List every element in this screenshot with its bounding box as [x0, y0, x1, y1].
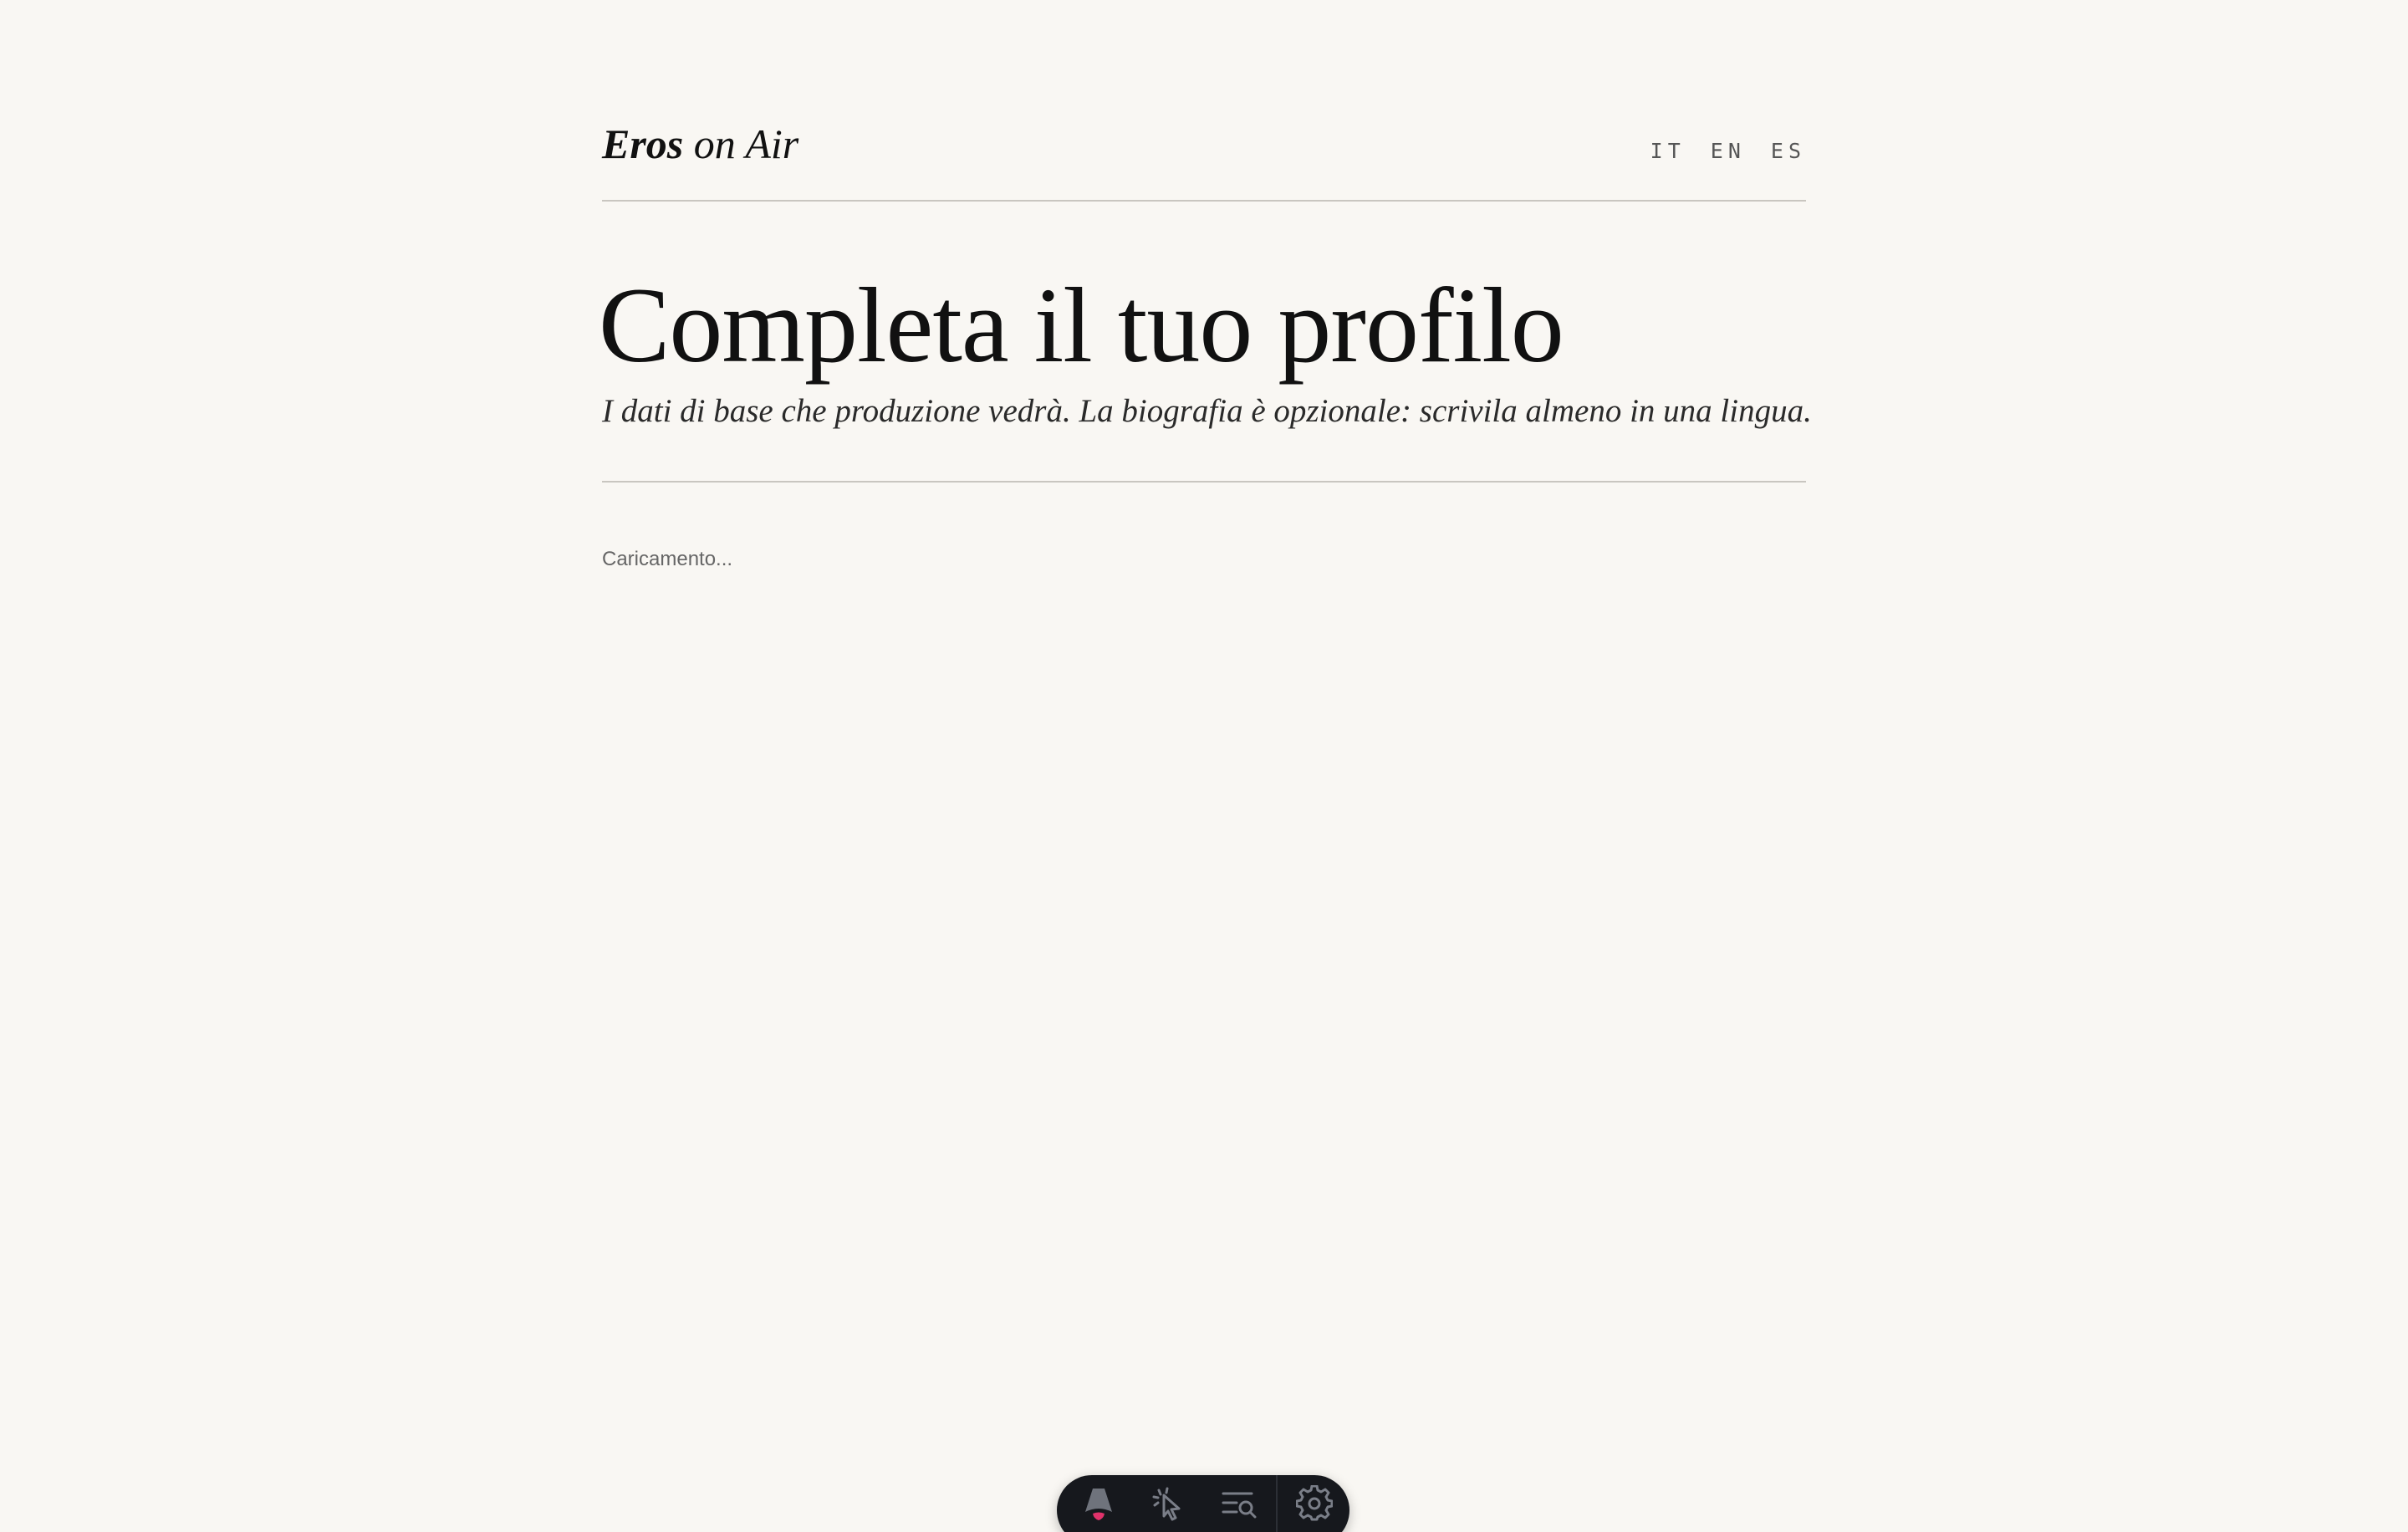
lang-es[interactable]: ES	[1771, 139, 1806, 164]
brand-logo[interactable]: Eros on Air	[602, 119, 798, 169]
lang-it[interactable]: IT	[1650, 139, 1686, 164]
page-subtitle: I dati di base che produzione vedrà. La …	[602, 393, 1812, 429]
inspect-button[interactable]	[1134, 1475, 1204, 1532]
audit-button[interactable]	[1204, 1475, 1274, 1532]
dev-toolbar	[1057, 1475, 1349, 1532]
gear-icon	[1296, 1485, 1333, 1522]
astro-menu-button[interactable]	[1064, 1475, 1134, 1532]
brand-name-strong: Eros	[602, 120, 684, 167]
hero-section: Completa il tuo profilo I dati di base c…	[599, 202, 1812, 483]
page-container: Eros on Air IT EN ES Completa il tuo pro…	[599, 0, 1812, 570]
search-list-icon	[1220, 1487, 1258, 1520]
cursor-inspect-icon	[1150, 1485, 1187, 1522]
site-header: Eros on Air IT EN ES	[602, 0, 1806, 202]
page-title: Completa il tuo profilo	[599, 266, 1564, 385]
loading-status: Caricamento...	[602, 548, 733, 570]
astro-logo-icon	[1082, 1485, 1115, 1522]
toolbar-divider	[1276, 1475, 1278, 1532]
language-switcher: IT EN ES	[1650, 139, 1806, 164]
brand-name-rest: on Air	[693, 120, 799, 167]
lang-en[interactable]: EN	[1711, 139, 1746, 164]
settings-button[interactable]	[1279, 1475, 1349, 1532]
